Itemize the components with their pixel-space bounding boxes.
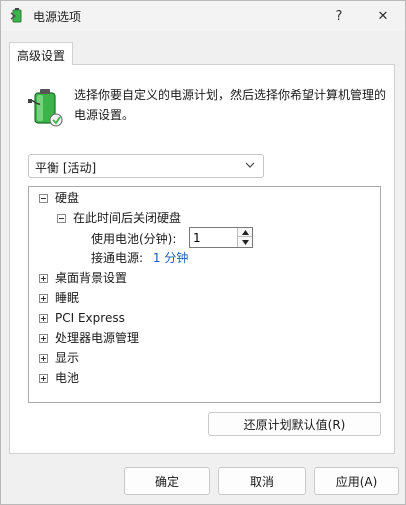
plugged-in-label: 接通电源: <box>91 251 144 265</box>
power-options-icon <box>10 8 22 23</box>
close-icon: ✕ <box>377 8 389 24</box>
plugged-in-value[interactable]: 1 分钟 <box>153 251 188 265</box>
plan-description: 选择你要自定义的电源计划，然后选择你希望计算机管理的电源设置。 <box>74 88 387 122</box>
expand-icon[interactable] <box>39 374 48 383</box>
expand-icon[interactable] <box>39 314 48 323</box>
tree-item-label: PCI Express <box>55 311 125 325</box>
tab-label: 高级设置 <box>17 49 66 63</box>
restore-defaults-button[interactable]: 还原计划默认值(R) <box>208 412 381 436</box>
window-title: 电源选项 <box>33 10 82 24</box>
chevron-down-icon <box>245 162 255 168</box>
battery-power-icon <box>28 89 63 127</box>
settings-tree[interactable]: 硬盘 在此时间后关闭硬盘 使用电池(分钟): 接通电源: 1 分钟 <box>28 186 381 403</box>
plugged-in-setting[interactable]: 接通电源: 1 分钟 <box>91 249 188 267</box>
apply-button[interactable]: 应用(A) <box>314 467 399 495</box>
help-button[interactable]: ? <box>317 1 361 31</box>
battery-minutes-label: 使用电池(分钟): <box>91 232 177 246</box>
tab-advanced-settings[interactable]: 高级设置 <box>9 42 73 65</box>
collapse-icon[interactable] <box>57 214 66 223</box>
expand-icon[interactable] <box>39 334 48 343</box>
tree-item-label: 在此时间后关闭硬盘 <box>73 211 182 225</box>
collapse-icon[interactable] <box>39 194 48 203</box>
expand-icon[interactable] <box>39 354 48 363</box>
battery-minutes-stepper[interactable] <box>189 227 253 248</box>
battery-minutes-input[interactable] <box>190 228 236 247</box>
tree-item-label: 桌面背景设置 <box>55 271 128 285</box>
title-bar: 电源选项 ? ✕ <box>1 1 405 31</box>
help-icon: ? <box>335 8 343 24</box>
expand-icon[interactable] <box>39 294 48 303</box>
close-button[interactable]: ✕ <box>361 1 405 31</box>
tree-item-label: 睡眠 <box>55 291 80 305</box>
power-plan-dropdown[interactable]: 平衡 [活动] <box>28 154 264 178</box>
stepper-up-button[interactable] <box>237 228 252 237</box>
chevron-down-icon <box>241 239 249 245</box>
cancel-button[interactable]: 取消 <box>218 467 306 495</box>
ok-button[interactable]: 确定 <box>124 467 210 495</box>
tree-item-label: 电池 <box>55 371 80 385</box>
tree-item-label: 处理器电源管理 <box>55 331 140 345</box>
stepper-down-button[interactable] <box>237 237 252 247</box>
tree-item-label: 硬盘 <box>55 191 80 205</box>
expand-icon[interactable] <box>39 274 48 283</box>
chevron-up-icon <box>241 229 249 235</box>
power-options-dialog: 电源选项 ? ✕ 高级设置 选择你要自定义的电源计划，然后选择你希望计算机管理的… <box>0 0 406 505</box>
power-plan-value: 平衡 [活动] <box>35 161 97 175</box>
tree-item-label: 显示 <box>55 351 80 365</box>
advanced-settings-panel: 选择你要自定义的电源计划，然后选择你希望计算机管理的电源设置。 平衡 [活动] … <box>9 64 395 454</box>
battery-minutes-setting: 使用电池(分钟): <box>91 230 176 248</box>
